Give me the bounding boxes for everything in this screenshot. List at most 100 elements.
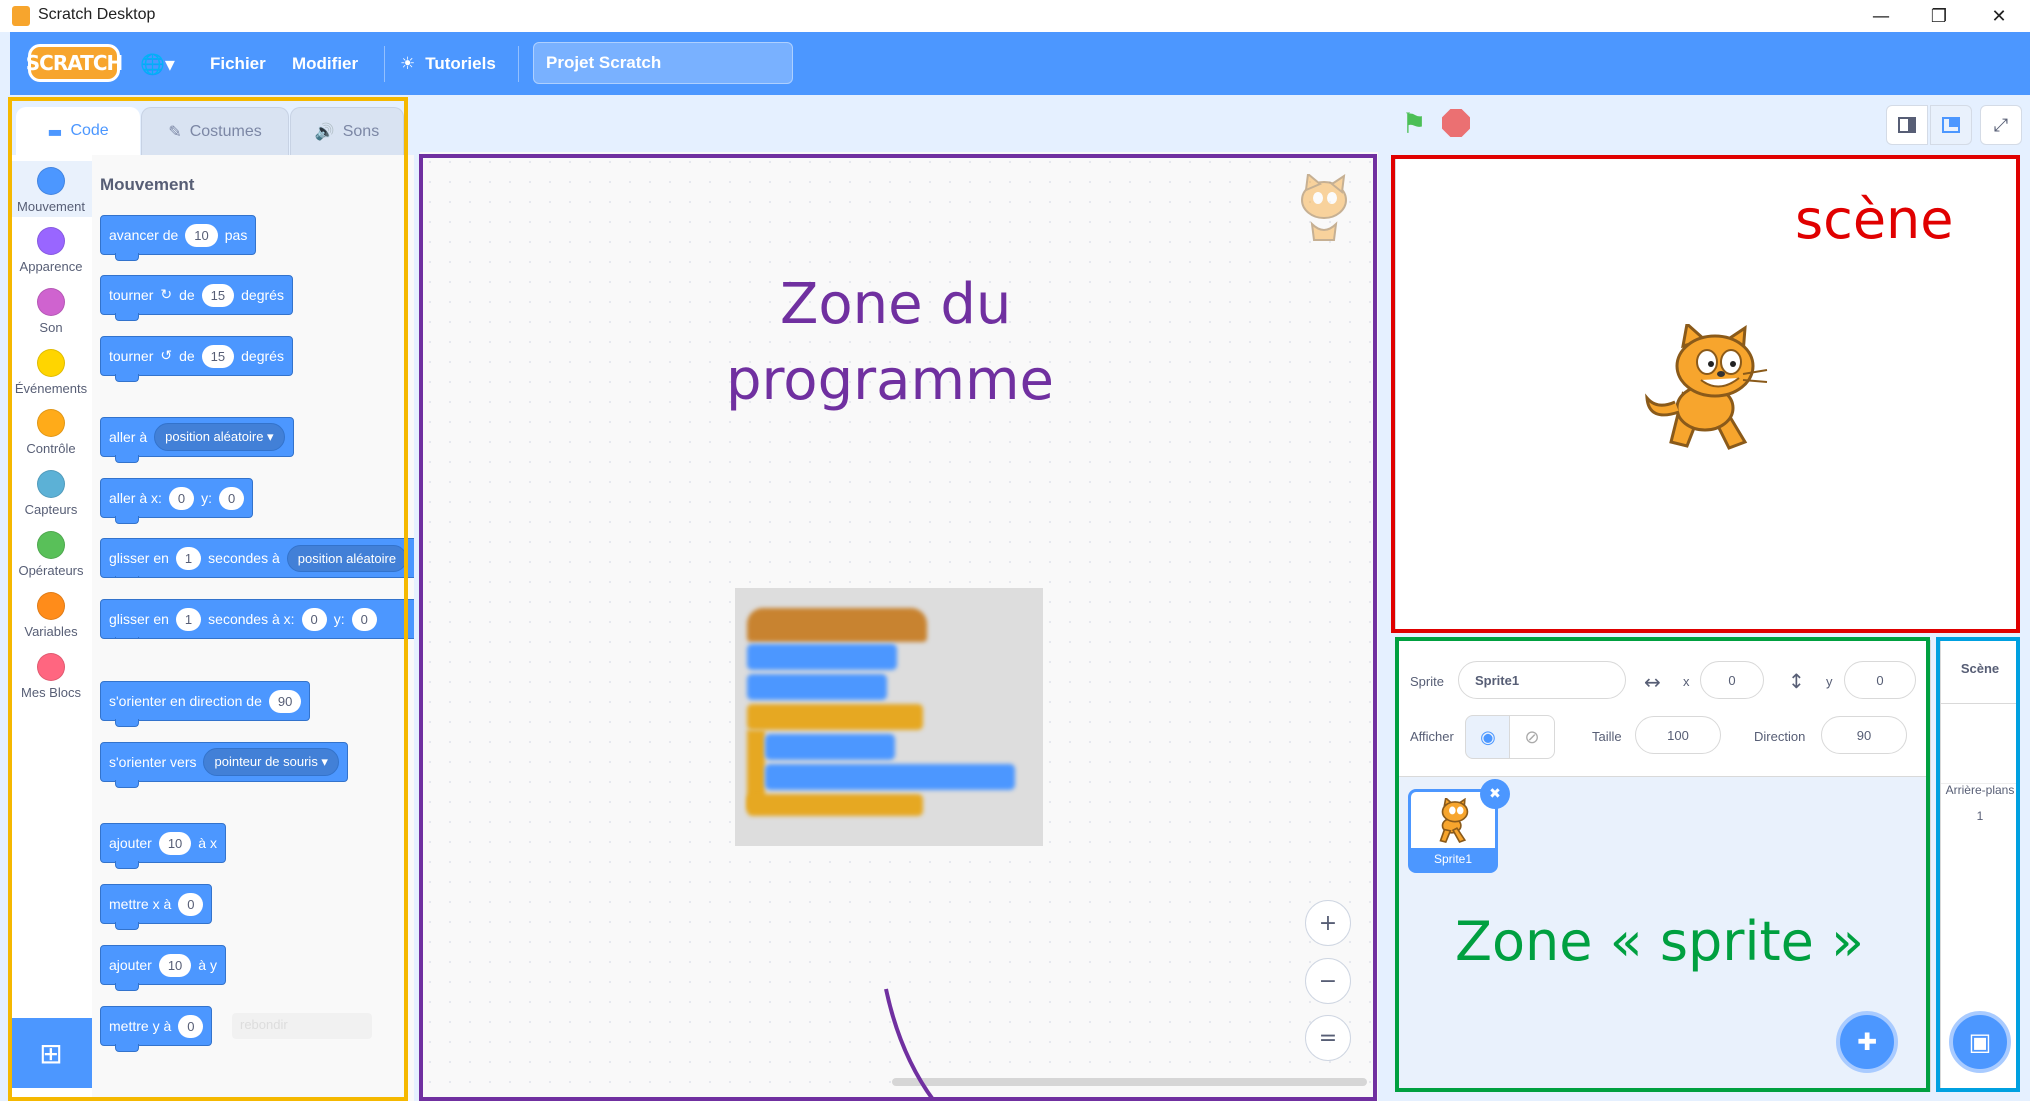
small-stage-icon [1898,117,1916,133]
small-stage-button[interactable] [1886,105,1928,145]
backdrops-count: 1 [1976,809,1984,823]
category-operators[interactable]: Opérateurs [10,531,92,578]
category-events[interactable]: Événements [10,349,92,396]
add-extension-button[interactable]: ⊞ [10,1018,92,1088]
block-turn-left[interactable]: tourner ↺ de 15 degrés [100,336,293,382]
project-title-input[interactable]: Projet Scratch [533,42,793,84]
x-label: x [1683,674,1690,689]
stage-pane-title: Scène [1960,661,2000,676]
block-turn-right[interactable]: tourner ↻ de 15 degrés [100,275,293,321]
minimize-button[interactable]: — [1852,0,1910,32]
add-sprite-button[interactable]: ✚ [1836,1011,1898,1073]
zoom-reset-icon: = [1318,1025,1338,1051]
category-dot [37,531,65,559]
category-dot [37,409,65,437]
category-looks[interactable]: Apparence [10,227,92,274]
block-input[interactable]: 1 [175,546,202,570]
block-glide[interactable]: glisser en 1 secondes à position aléatoire [100,538,414,578]
block-input[interactable]: 10 [158,831,192,855]
large-stage-button[interactable] [1930,105,1972,145]
category-my-blocks[interactable]: Mes Blocs [10,653,92,700]
block-move-steps[interactable]: avancer de 10 pas [100,215,257,261]
delete-sprite-button[interactable]: ✖ [1480,779,1510,809]
size-input[interactable]: 100 [1635,716,1721,754]
sprite-name-input[interactable]: Sprite1 [1458,661,1626,699]
block-palette: Mouvement avancer de 10 pas tourner ↻ de 15 de… [92,155,414,1101]
sprite-pane: Sprite Sprite1 ↔ x 0 ↕ y 0 Afficher ◉ ⊘ … [1397,640,1931,1092]
sprite-zone-label: Zone « sprite » [1455,910,1865,973]
tab-costumes[interactable]: ✎ Costumes [141,107,289,155]
direction-input[interactable]: 90 [1821,716,1907,754]
category-sound[interactable]: Son [10,288,92,335]
block-input[interactable]: 0 [219,486,245,510]
hide-sprite-button[interactable]: ⊘ [1509,715,1555,759]
block-input[interactable]: 10 [158,953,192,977]
category-control[interactable]: Contrôle [10,409,92,456]
block-change-y[interactable]: ajouter 10 à y [100,945,226,991]
block-input[interactable]: 0 [301,607,327,631]
stage-selector-pane[interactable]: Scène Arrière-plans 1 ▣ [1940,640,2020,1092]
block-set-y[interactable]: mettre y à0 [100,1006,213,1052]
block-set-x[interactable]: mettre x à0 [100,884,213,930]
x-position-input[interactable]: 0 [1700,661,1764,699]
file-menu[interactable]: Fichier [210,32,266,95]
speaker-icon: 🔊 [314,122,335,141]
tab-code[interactable]: ▬ Code [16,107,140,155]
block-input[interactable]: 90 [268,689,302,713]
block-input[interactable]: 0 [178,1014,204,1038]
stage-header: ⚑ ⤢ [1378,95,2030,153]
block-input[interactable]: 15 [201,344,235,368]
zoom-out-icon: − [1318,968,1338,994]
edit-menu[interactable]: Modifier [292,32,358,95]
show-sprite-button[interactable]: ◉ [1465,715,1511,759]
block-input[interactable]: 0 [168,486,195,510]
category-variables[interactable]: Variables [10,592,92,639]
block-input[interactable]: 10 [185,223,218,247]
block-input[interactable]: 0 [351,607,377,631]
block-dropdown[interactable]: pointeur de souris ▾ [203,748,339,776]
close-button[interactable]: ✕ [1970,0,2028,32]
scratch-logo[interactable]: SCRATCH [26,44,123,82]
menu-divider [384,46,385,82]
horizontal-scrollbar[interactable] [892,1078,1367,1086]
code-blocks-icon: ▬ [47,121,63,141]
block-point-direction[interactable]: s'orienter en direction de 90 [100,681,311,727]
tab-sounds[interactable]: 🔊 Sons [290,107,404,155]
tutorials-menu[interactable]: ☀ Tutoriels [400,32,496,95]
block-input[interactable]: 1 [175,607,202,631]
restore-button[interactable]: ❐ [1910,0,1968,32]
block-glide-xy[interactable]: glisser en 1 secondes à x: 0 y: 0 [100,599,414,639]
window-title: Scratch Desktop [38,6,156,23]
block-change-x[interactable]: ajouter 10 à x [100,823,226,869]
zoom-out-button[interactable]: − [1305,958,1351,1004]
add-backdrop-button[interactable]: ▣ [1949,1011,2011,1073]
block-dropdown[interactable]: position aléatoire ▾ [154,423,285,451]
stop-icon[interactable] [1442,109,1470,137]
y-position-input[interactable]: 0 [1844,661,1916,699]
block-dropdown[interactable]: position aléatoire [286,544,408,572]
show-label: Afficher [1410,729,1454,744]
eye-icon: ◉ [1480,726,1496,748]
zoom-in-button[interactable]: + [1305,900,1351,946]
category-motion[interactable]: Mouvement [10,161,92,217]
language-menu[interactable]: 🌐▾ [140,32,175,95]
block-goto[interactable]: aller à position aléatoire ▾ [100,417,294,463]
sprite-thumbnail-label: Sprite1 [1411,848,1495,870]
trash-icon: ✖ [1489,786,1501,802]
eye-slash-icon: ⊘ [1524,726,1540,748]
blurred-script-image [735,588,1043,846]
zoom-reset-button[interactable]: = [1305,1015,1351,1061]
block-goto-xy[interactable]: aller à x: 0 y: 0 [100,478,254,524]
block-point-towards[interactable]: s'orienter vers pointeur de souris ▾ [100,742,348,788]
block-input[interactable]: 15 [201,283,235,307]
cat-add-icon: ✚ [1856,1028,1878,1056]
program-zone-label-2: programme [725,348,1055,413]
cat-thumbnail-icon [1439,798,1469,844]
tab-costumes-label: Costumes [189,122,262,140]
category-sensing[interactable]: Capteurs [10,470,92,517]
fullscreen-button[interactable]: ⤢ [1980,105,2022,145]
green-flag-icon[interactable]: ⚑ [1398,107,1430,140]
block-input[interactable]: 0 [178,892,204,916]
annotation-arrow-line [884,988,936,1101]
category-dot [37,227,65,255]
